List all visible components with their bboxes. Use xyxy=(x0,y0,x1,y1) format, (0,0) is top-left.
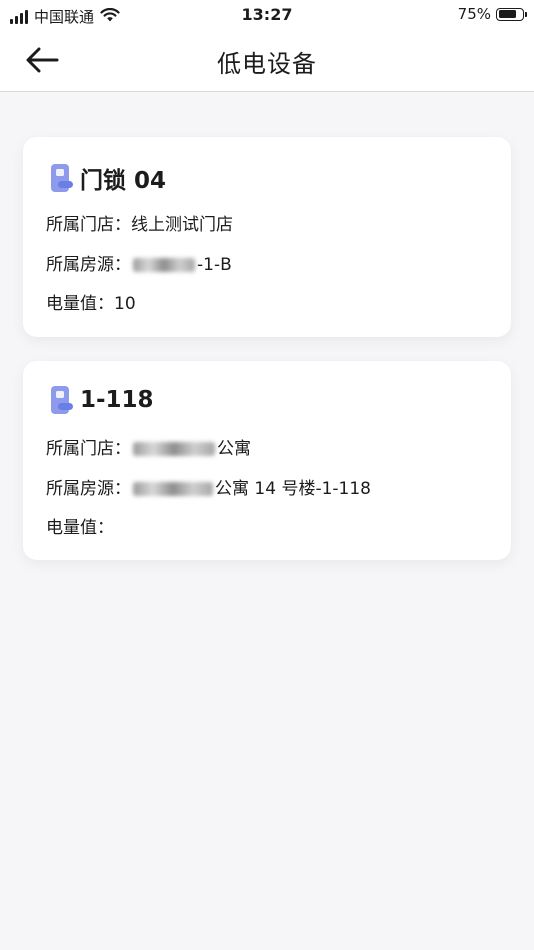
battery-fill xyxy=(498,10,516,18)
device-card[interactable]: 门锁 04 所属门店：线上测试门店 所属房源： -1-B 电量值：10 xyxy=(23,137,511,337)
battery-label: 电量值： xyxy=(46,518,114,538)
room-label: 所属房源： xyxy=(46,479,131,499)
battery-percent: 75% xyxy=(457,5,491,23)
device-name: 门锁 04 xyxy=(80,168,167,194)
status-right: 75% xyxy=(457,5,527,23)
battery-label: 电量值： xyxy=(46,294,114,314)
room-row: 所属房源： -1-B xyxy=(46,250,232,275)
redacted-text xyxy=(133,482,213,496)
room-label: 所属房源： xyxy=(46,255,131,275)
device-card[interactable]: 1-118 所属门店： 公寓 所属房源： 公寓 14 号楼-1-118 电量值： xyxy=(23,361,511,560)
store-label: 所属门店： xyxy=(46,439,131,459)
page-title: 低电设备 xyxy=(217,50,317,78)
device-name: 1-118 xyxy=(80,387,154,413)
status-time: 13:27 xyxy=(241,5,293,24)
redacted-text xyxy=(133,258,195,272)
room-row: 所属房源： 公寓 14 号楼-1-118 xyxy=(46,474,371,499)
battery-icon xyxy=(496,7,527,21)
room-value: 公寓 14 号楼-1-118 xyxy=(215,479,371,499)
store-label: 所属门店： xyxy=(46,215,131,235)
store-value: 公寓 xyxy=(217,439,251,459)
battery-row: 电量值： xyxy=(46,513,114,538)
room-value: -1-B xyxy=(197,255,232,275)
battery-value: 10 xyxy=(114,294,136,314)
door-lock-icon xyxy=(51,164,73,192)
redacted-text xyxy=(133,442,215,456)
battery-row: 电量值：10 xyxy=(46,289,136,314)
nav-bar: 低电设备 xyxy=(0,30,534,92)
door-lock-icon xyxy=(51,386,73,414)
store-row: 所属门店：线上测试门店 xyxy=(46,210,233,235)
store-row: 所属门店： 公寓 xyxy=(46,434,251,459)
status-bar: 中国联通 13:27 75% xyxy=(0,0,534,30)
card-header: 1-118 xyxy=(48,385,154,415)
card-header: 门锁 04 xyxy=(48,161,166,195)
store-value: 线上测试门店 xyxy=(131,215,233,235)
